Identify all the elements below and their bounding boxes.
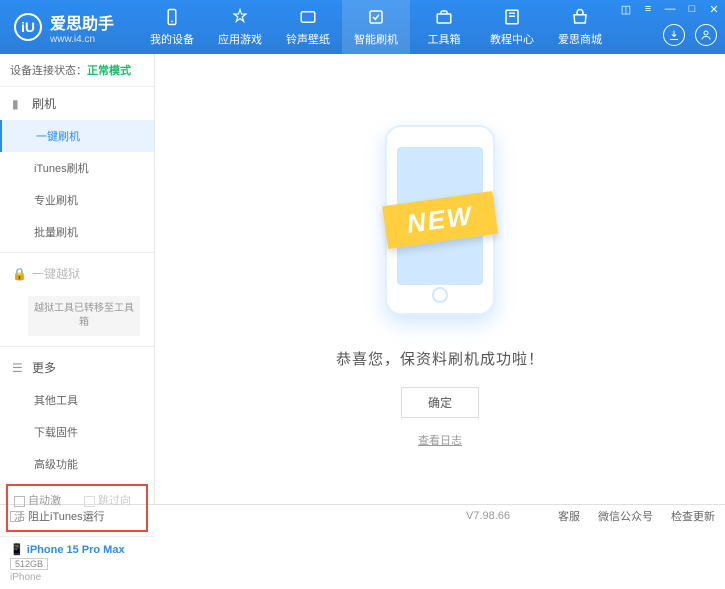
sidebar-section-more[interactable]: ☰更多 <box>0 351 154 384</box>
minimize-icon[interactable]: — <box>663 2 677 16</box>
toolbox-icon <box>434 7 454 27</box>
user-icon[interactable] <box>695 24 717 46</box>
skin-icon[interactable]: ◫ <box>619 2 633 16</box>
device-name: 📱 iPhone 15 Pro Max <box>10 543 144 556</box>
nav-apps[interactable]: 应用游戏 <box>206 0 274 54</box>
sidebar-item-advanced[interactable]: 高级功能 <box>0 448 154 480</box>
nav-toolbox[interactable]: 工具箱 <box>410 0 478 54</box>
sidebar-item-oneclick[interactable]: 一键刷机 <box>0 120 154 152</box>
ok-button[interactable]: 确定 <box>401 387 479 418</box>
sidebar-section-flash[interactable]: ▮刷机 <box>0 87 154 120</box>
connection-status: 设备连接状态：正常模式 <box>0 54 154 87</box>
app-url: www.i4.cn <box>50 34 114 45</box>
nav-my-device[interactable]: 我的设备 <box>138 0 206 54</box>
store-icon <box>570 7 590 27</box>
device-info[interactable]: 📱 iPhone 15 Pro Max 512GB iPhone <box>0 536 154 589</box>
version-label: V7.98.66 <box>466 510 510 522</box>
titlebar: iU 爱思助手 www.i4.cn 我的设备 应用游戏 铃声壁纸 智能刷机 工具… <box>0 0 725 54</box>
image-icon <box>298 7 318 27</box>
footer-support[interactable]: 客服 <box>558 508 580 524</box>
phone-small-icon: ▮ <box>12 97 26 111</box>
nav-store[interactable]: 爱思商城 <box>546 0 614 54</box>
sidebar: 设备连接状态：正常模式 ▮刷机 一键刷机 iTunes刷机 专业刷机 批量刷机 … <box>0 54 155 504</box>
footer-wechat[interactable]: 微信公众号 <box>598 508 653 524</box>
sidebar-item-batch[interactable]: 批量刷机 <box>0 216 154 248</box>
maximize-icon[interactable]: □ <box>685 2 699 16</box>
book-icon <box>502 7 522 27</box>
nav-ringtones[interactable]: 铃声壁纸 <box>274 0 342 54</box>
device-type: iPhone <box>10 572 144 583</box>
nav-tutorials[interactable]: 教程中心 <box>478 0 546 54</box>
status-mode: 正常模式 <box>87 65 131 77</box>
view-log-link[interactable]: 查看日志 <box>418 432 462 448</box>
list-icon: ☰ <box>12 361 26 375</box>
phone-icon <box>162 7 182 27</box>
user-actions <box>663 24 717 46</box>
app-logo: iU 爱思助手 www.i4.cn <box>0 10 128 45</box>
main-content: NEW 恭喜您，保资料刷机成功啦！ 确定 查看日志 <box>155 54 725 504</box>
sidebar-item-pro[interactable]: 专业刷机 <box>0 184 154 216</box>
sidebar-item-itunes[interactable]: iTunes刷机 <box>0 152 154 184</box>
menu-icon[interactable]: ≡ <box>641 2 655 16</box>
app-icon <box>230 7 250 27</box>
footer-update[interactable]: 检查更新 <box>671 508 715 524</box>
device-storage: 512GB <box>10 558 48 570</box>
sidebar-section-jailbreak: 🔒一键越狱 <box>0 257 154 290</box>
top-nav: 我的设备 应用游戏 铃声壁纸 智能刷机 工具箱 教程中心 爱思商城 <box>138 0 614 54</box>
sidebar-item-download-fw[interactable]: 下载固件 <box>0 416 154 448</box>
window-controls: ◫ ≡ — □ ✕ <box>619 2 721 16</box>
nav-flash[interactable]: 智能刷机 <box>342 0 410 54</box>
checkbox-block-itunes[interactable]: 阻止iTunes运行 <box>10 508 105 524</box>
jailbreak-note: 越狱工具已转移至工具箱 <box>28 296 140 336</box>
download-icon[interactable] <box>663 24 685 46</box>
hero-graphic: NEW <box>340 110 540 330</box>
close-icon[interactable]: ✕ <box>707 2 721 16</box>
app-name: 爱思助手 <box>50 10 114 34</box>
lock-icon: 🔒 <box>12 267 26 281</box>
refresh-icon <box>366 7 386 27</box>
logo-icon: iU <box>14 13 42 41</box>
success-message: 恭喜您，保资料刷机成功啦！ <box>336 348 544 369</box>
sidebar-item-othertools[interactable]: 其他工具 <box>0 384 154 416</box>
